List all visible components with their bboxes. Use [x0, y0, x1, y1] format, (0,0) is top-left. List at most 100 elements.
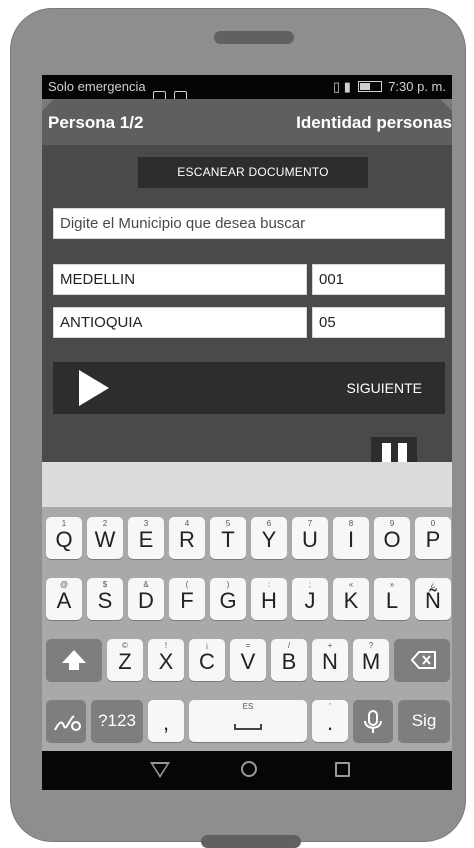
navigation-bar	[42, 751, 452, 790]
key-i-label: I	[347, 527, 355, 552]
key-r-label: R	[179, 527, 195, 552]
prev-corner-icon[interactable]	[42, 99, 54, 111]
recent-apps-icon[interactable]	[335, 762, 350, 777]
comma-key-label: ,	[162, 710, 170, 735]
microphone-icon	[364, 710, 382, 733]
key-u[interactable]: 7U	[292, 517, 328, 559]
key-h[interactable]: :H	[251, 578, 287, 620]
pause-button[interactable]	[371, 437, 417, 463]
municipio-code-field[interactable]: 001	[312, 264, 445, 295]
key-k[interactable]: «K	[333, 578, 369, 620]
key-e[interactable]: 3E	[128, 517, 164, 559]
signal-icon: ▮	[343, 79, 351, 94]
soft-keyboard: 1 Q 2 W 3 E 4 R 5 T 6 Y 7 U 8 I 9 O 0 P @ A $ S & D(F) G: H; J «K» L ¿ Ñ…	[42, 507, 452, 751]
symbols-key[interactable]: ?123	[91, 700, 143, 742]
key-v-label: V	[240, 649, 256, 674]
key-u-label: U	[302, 527, 318, 552]
app-bar: Persona 1/2 Identidad personas	[42, 99, 452, 145]
space-key[interactable]: ES	[189, 700, 307, 742]
suggestion-strip	[42, 462, 452, 507]
key-r[interactable]: 4R	[169, 517, 205, 559]
key-f[interactable]: (F	[169, 578, 205, 620]
key-j[interactable]: ; J	[292, 578, 328, 620]
backspace-key[interactable]	[394, 639, 450, 681]
home-icon[interactable]	[241, 761, 257, 777]
next-corner-icon[interactable]	[440, 99, 452, 111]
departamento-name-field[interactable]: ANTIOQUIA	[53, 307, 307, 338]
key-c[interactable]: ¡ C	[189, 639, 225, 681]
battery-icon	[357, 81, 382, 92]
status-bar: Solo emergencia s i ▯ ▮ 7:30 p. m.	[42, 75, 452, 103]
home-bar	[201, 835, 301, 848]
pause-icon-bar	[382, 443, 391, 463]
clock: 7:30 p. m.	[388, 79, 446, 94]
key-v[interactable]: = V	[230, 639, 266, 681]
key-d[interactable]: & D	[128, 578, 164, 620]
key-s-label: S	[97, 588, 113, 613]
key-g-label: G	[219, 588, 237, 613]
key-m[interactable]: ? M	[353, 639, 389, 681]
key-e-label: E	[138, 527, 154, 552]
key-p[interactable]: 0P	[415, 517, 451, 559]
period-key-label: .	[326, 710, 334, 735]
key-f-label: F	[180, 588, 194, 613]
key-l[interactable]: » L	[374, 578, 410, 620]
key-j-label: J	[304, 588, 316, 613]
key-w[interactable]: 2W	[87, 517, 123, 559]
person-counter: Persona 1/2	[48, 113, 144, 132]
key-o-label: O	[383, 527, 401, 552]
language-hint: ES	[242, 702, 254, 711]
key-a[interactable]: @ A	[46, 578, 82, 620]
period-key[interactable]: '.	[312, 700, 348, 742]
key-x[interactable]: ! X	[148, 639, 184, 681]
key-n-label: N	[322, 649, 338, 674]
backspace-icon	[410, 651, 436, 669]
play-icon	[79, 370, 109, 406]
key-enye[interactable]: ¿ Ñ	[415, 578, 451, 620]
departamento-code-field[interactable]: 05	[312, 307, 445, 338]
key-enye-label: Ñ	[425, 588, 441, 613]
enter-key-label: Sig	[411, 711, 437, 730]
key-o[interactable]: 9O	[374, 517, 410, 559]
pause-icon-bar	[398, 443, 407, 463]
key-y[interactable]: 6Y	[251, 517, 287, 559]
key-b-label: B	[281, 649, 297, 674]
scan-document-button[interactable]: ESCANEAR DOCUMENTO	[138, 157, 368, 188]
key-m-label: M	[361, 649, 381, 674]
key-w-label: W	[94, 527, 116, 552]
key-q[interactable]: 1Q	[46, 517, 82, 559]
page-title: Identidad personas	[296, 113, 452, 132]
key-a-label: A	[56, 588, 72, 613]
key-c-label: C	[199, 649, 215, 674]
symbols-key-label: ?123	[98, 711, 136, 730]
status-right: ▯ ▮ 7:30 p. m.	[333, 79, 446, 95]
key-z-label: Z	[118, 649, 132, 674]
municipio-name-field[interactable]: MEDELLIN	[53, 264, 307, 295]
next-button[interactable]: SIGUIENTE	[53, 362, 445, 414]
key-z[interactable]: © Z	[107, 639, 143, 681]
shift-icon	[62, 650, 86, 670]
municipio-search-input[interactable]: Digite el Municipio que desea buscar	[53, 208, 445, 239]
next-button-label: SIGUIENTE	[346, 380, 422, 396]
key-t-label: T	[221, 527, 235, 552]
comma-key[interactable]: ,	[148, 700, 184, 742]
key-n[interactable]: + N	[312, 639, 348, 681]
shift-key[interactable]	[46, 639, 102, 681]
key-y-label: Y	[261, 527, 277, 552]
space-bar-icon	[234, 724, 262, 730]
key-p-label: P	[425, 527, 441, 552]
back-icon[interactable]	[150, 762, 170, 778]
handwriting-key[interactable]	[46, 700, 86, 742]
key-h-label: H	[261, 588, 277, 613]
key-q-label: Q	[55, 527, 73, 552]
enter-key[interactable]: Sig	[398, 700, 450, 742]
key-x-label: X	[158, 649, 174, 674]
key-d-label: D	[138, 588, 154, 613]
key-t[interactable]: 5T	[210, 517, 246, 559]
key-g[interactable]: ) G	[210, 578, 246, 620]
key-b[interactable]: / B	[271, 639, 307, 681]
voice-input-key[interactable]	[353, 700, 393, 742]
key-l-label: L	[385, 588, 399, 613]
key-s[interactable]: $ S	[87, 578, 123, 620]
key-i[interactable]: 8I	[333, 517, 369, 559]
